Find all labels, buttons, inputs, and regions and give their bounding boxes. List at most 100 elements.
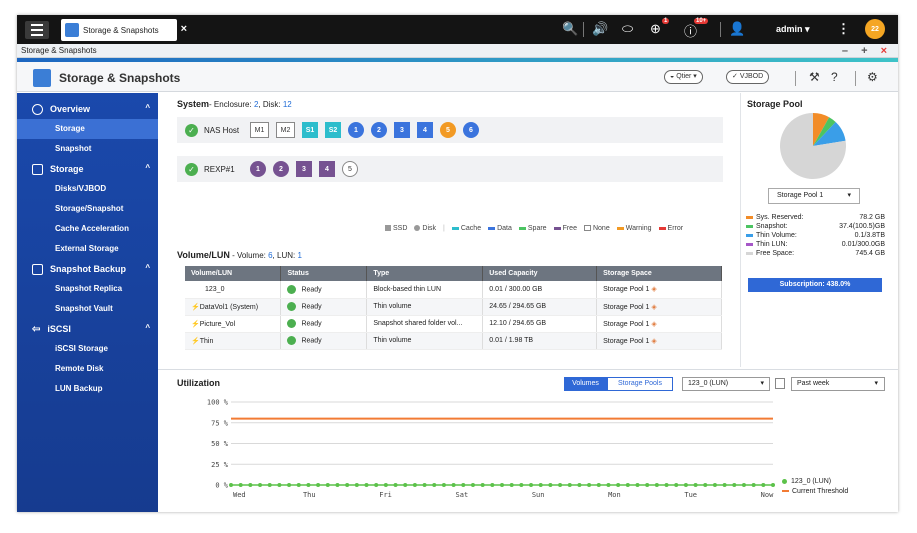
disk-slot[interactable]: 3 xyxy=(296,161,312,177)
table-row[interactable]: ⚡Thin Ready Thin volume 0.01 / 1.98 TB Stora… xyxy=(185,332,722,350)
data-point xyxy=(412,483,417,487)
disk-slot[interactable]: M1 xyxy=(250,122,269,138)
collapse-icon[interactable]: ^ xyxy=(145,323,150,332)
sidebar-item-vault[interactable]: Snapshot Vault xyxy=(17,299,158,319)
collapse-icon[interactable]: ^ xyxy=(145,263,150,272)
data-point xyxy=(771,483,775,487)
table-cell: ⚡DataVol1 (System) xyxy=(185,298,282,316)
main-menu-icon[interactable] xyxy=(25,21,49,39)
sidebar-item-replica[interactable]: Snapshot Replica xyxy=(17,279,158,299)
sidebar-item-lun-backup[interactable]: LUN Backup xyxy=(17,379,158,399)
disk-legend: SSD Disk | Cache Data Spare Free None Wa… xyxy=(385,225,683,232)
sidebar-storage[interactable]: Storage ^ xyxy=(17,159,158,179)
data-point xyxy=(354,483,359,487)
sidebar-item-storage-snapshot[interactable]: Storage/Snapshot xyxy=(17,199,158,219)
disk-slot[interactable]: 5 xyxy=(342,161,358,177)
qtier-button[interactable]: ◒ Qtier ▾ xyxy=(664,70,703,84)
disk-slot[interactable]: 4 xyxy=(319,161,335,177)
ready-check-icon xyxy=(287,302,297,311)
bolt-icon: ⚡ xyxy=(191,337,200,345)
sidebar-snapshot-backup[interactable]: Snapshot Backup ^ xyxy=(17,259,158,279)
disk-slot[interactable]: S2 xyxy=(325,122,341,138)
column-header[interactable]: Used Capacity xyxy=(482,266,598,281)
disk-slot[interactable]: 3 xyxy=(394,122,410,138)
disk-slot[interactable]: 2 xyxy=(371,122,387,138)
y-tick-label: 0 % xyxy=(215,482,228,490)
data-point xyxy=(567,483,572,487)
data-point xyxy=(693,483,698,487)
sidebar-item-disks[interactable]: Disks/VJBOD xyxy=(17,179,158,199)
search-icon[interactable]: 🔍 xyxy=(562,21,578,37)
data-point xyxy=(470,483,475,487)
collapse-icon[interactable]: ^ xyxy=(145,103,150,112)
chart-legend: 123_0 (LUN) Current Threshold xyxy=(782,476,848,496)
data-point xyxy=(625,483,630,487)
sidebar-item-remote-disk[interactable]: Remote Disk xyxy=(17,359,158,379)
disk-slot[interactable]: M2 xyxy=(276,122,295,138)
storage-pool-select[interactable]: Storage Pool 1 ▾ xyxy=(768,188,860,204)
legend-data: Data xyxy=(488,225,512,232)
sidebar-iscsi[interactable]: ⇦ iSCSI ^ xyxy=(17,319,158,339)
data-point xyxy=(229,483,233,487)
data-point xyxy=(441,483,446,487)
user-icon[interactable]: 👤 xyxy=(729,21,745,37)
data-point xyxy=(761,483,766,487)
column-header[interactable]: Status xyxy=(280,266,368,281)
sidebar-item-external[interactable]: External Storage xyxy=(17,239,158,259)
legend-threshold: Current Threshold xyxy=(782,486,848,496)
x-tick-label: Tue xyxy=(684,491,697,499)
disk-slot[interactable]: 1 xyxy=(250,161,266,177)
storage-pools-tab-button[interactable]: Storage Pools xyxy=(607,377,673,391)
disk-slot[interactable]: 2 xyxy=(273,161,289,177)
data-point xyxy=(654,483,659,487)
disk-slot[interactable]: 5 xyxy=(440,122,456,138)
legend-ssd: SSD xyxy=(385,225,407,232)
window-controls[interactable]: – + × xyxy=(842,44,892,58)
vjbod-button[interactable]: ✓ VJBOD xyxy=(726,70,770,84)
close-tab-icon[interactable]: × xyxy=(181,23,187,35)
lun-select[interactable]: 123_0 (LUN) ▾ xyxy=(682,377,770,391)
app-tab[interactable]: Storage & Snapshots × xyxy=(61,19,187,41)
y-tick-label: 75 % xyxy=(211,419,229,427)
help-icon[interactable]: ? xyxy=(831,70,838,84)
table-row[interactable]: ⚡Picture_Vol Ready Snapshot shared folder … xyxy=(185,315,722,333)
tools-icon[interactable]: ⚒ xyxy=(809,70,820,84)
enclosure-name: REXP#1 xyxy=(204,164,235,174)
pool-icon: ◈ xyxy=(649,320,657,328)
collapse-icon[interactable]: ^ xyxy=(145,163,150,172)
volume-icon[interactable]: 🔊 xyxy=(592,21,608,37)
data-point xyxy=(451,483,456,487)
dashboard-icon[interactable]: 22 xyxy=(865,19,885,39)
disk-slot[interactable]: 6 xyxy=(463,122,479,138)
table-row[interactable]: 123_0 Ready Block-based thin LUN 0.01 / 300… xyxy=(185,281,722,299)
alert-badge: 10+ xyxy=(694,18,709,24)
data-point xyxy=(509,483,514,487)
notification-icon[interactable]: ⊕ xyxy=(650,21,661,37)
column-header[interactable]: Volume/LUN xyxy=(185,266,282,281)
user-menu[interactable]: admin ▾ xyxy=(776,24,810,35)
sidebar-overview[interactable]: Overview ^ xyxy=(17,99,158,119)
pool-stat-row: Thin Volume: 0.1/3.8TB xyxy=(746,231,885,240)
y-tick-label: 25 % xyxy=(211,461,229,469)
utilization-title: Utilization xyxy=(177,378,220,388)
data-point xyxy=(461,483,466,487)
calendar-icon[interactable] xyxy=(775,378,785,389)
sidebar-item-storage[interactable]: Storage xyxy=(17,119,158,139)
sidebar-item-iscsi-storage[interactable]: iSCSI Storage xyxy=(17,339,158,359)
column-header[interactable]: Storage Space xyxy=(596,266,722,281)
time-range-select[interactable]: Past week ▾ xyxy=(791,377,885,391)
table-cell: Thin volume xyxy=(366,332,484,350)
disk-slot[interactable]: 1 xyxy=(348,122,364,138)
snapshot-backup-icon xyxy=(32,263,43,275)
sidebar-item-snapshot[interactable]: Snapshot xyxy=(17,139,158,159)
volumes-tab-button[interactable]: Volumes xyxy=(564,377,607,391)
column-header[interactable]: Type xyxy=(366,266,484,281)
settings-icon[interactable]: ⚙ xyxy=(867,70,878,84)
more-options-icon[interactable]: ⋮ xyxy=(837,21,850,37)
table-row[interactable]: ⚡DataVol1 (System) Ready Thin volume 24.65 … xyxy=(185,298,722,316)
disk-slot[interactable]: 4 xyxy=(417,122,433,138)
notification-badge: 1 xyxy=(662,18,670,24)
sidebar-item-cache[interactable]: Cache Acceleration xyxy=(17,219,158,239)
disk-slot[interactable]: S1 xyxy=(302,122,318,138)
background-task-icon[interactable]: ⬭ xyxy=(622,21,633,37)
